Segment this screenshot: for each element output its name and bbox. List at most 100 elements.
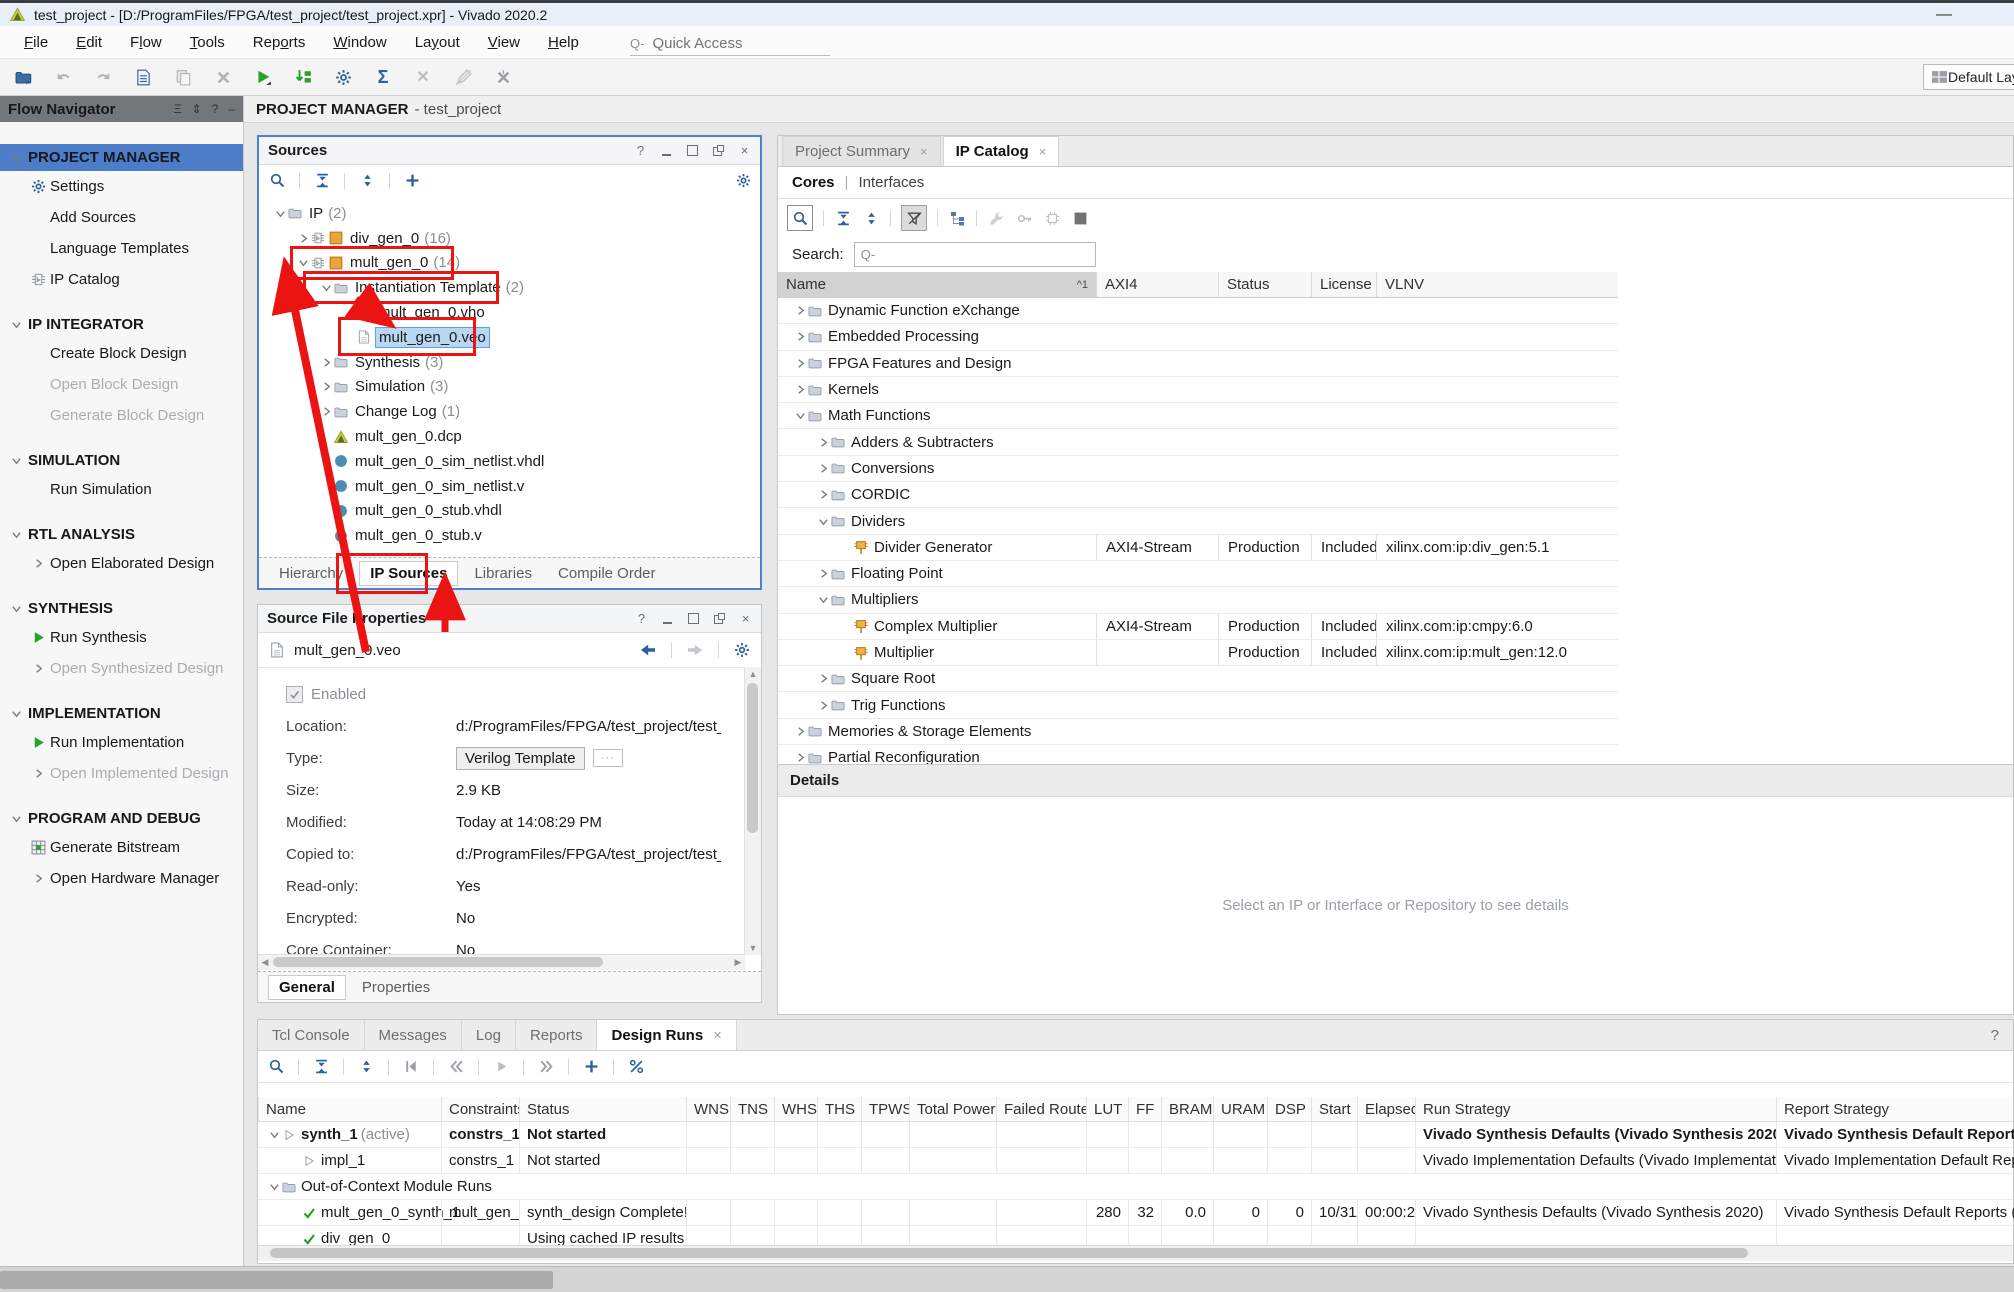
- flow-nav-section-project-manager[interactable]: PROJECT MANAGER: [0, 144, 243, 171]
- close-icon[interactable]: ×: [739, 612, 752, 625]
- sigma-button[interactable]: Σ: [372, 66, 394, 88]
- column-header-wns[interactable]: WNS: [686, 1097, 730, 1121]
- tree-item-mult-gen-0-sim-netlist-v[interactable]: mult_gen_0_sim_netlist.v: [259, 474, 760, 499]
- bottom-tab-design-runs[interactable]: Design Runs×: [597, 1020, 736, 1050]
- column-header-failed-routes[interactable]: Failed Routes: [996, 1097, 1086, 1121]
- column-header-name[interactable]: Name^1: [778, 272, 1096, 297]
- minimize-icon[interactable]: [660, 144, 673, 157]
- add-icon[interactable]: [403, 172, 421, 190]
- flow-nav-item-ip-catalog[interactable]: IP Catalog: [0, 264, 243, 295]
- tree-item-simulation[interactable]: Simulation(3): [259, 375, 760, 400]
- flow-nav-item-generate-block-design[interactable]: Generate Block Design: [0, 400, 243, 431]
- scroll-left-icon[interactable]: ◀: [258, 955, 272, 970]
- catalog-row-memories-storage-elements[interactable]: Memories & Storage Elements: [778, 719, 1618, 745]
- catalog-row-adders-subtracters[interactable]: Adders & Subtracters: [778, 429, 1618, 455]
- filter-icon[interactable]: [901, 205, 927, 231]
- collapse-all-icon[interactable]: [313, 172, 331, 190]
- settings-button[interactable]: [332, 66, 354, 88]
- maximize-icon[interactable]: [686, 144, 699, 157]
- chevron-down-icon[interactable]: [272, 208, 288, 219]
- chevron-right-icon[interactable]: [815, 463, 831, 474]
- expand-all-icon[interactable]: [358, 172, 376, 190]
- open-folder-button[interactable]: [12, 66, 34, 88]
- chevron-right-icon[interactable]: [815, 489, 831, 500]
- column-header-lut[interactable]: LUT: [1086, 1097, 1128, 1121]
- bottom-tab-tcl-console[interactable]: Tcl Console: [258, 1020, 365, 1050]
- run-row-impl-1[interactable]: impl_1constrs_1Not startedVivado Impleme…: [258, 1148, 2013, 1174]
- catalog-row-complex-multiplier[interactable]: Complex MultiplierAXI4-StreamProductionI…: [778, 614, 1618, 640]
- run-row-mult-gen-0-synth-1[interactable]: mult_gen_0_synth_1mult_gen_0synth_design…: [258, 1200, 2013, 1226]
- column-header-vlnv[interactable]: VLNV: [1376, 272, 1618, 297]
- doc-tab-project-summary[interactable]: Project Summary×: [782, 136, 941, 166]
- chevron-right-icon[interactable]: [815, 437, 831, 448]
- column-header-ths[interactable]: THS: [817, 1097, 861, 1121]
- chevron-down-icon[interactable]: [815, 594, 831, 605]
- chevron-down-icon[interactable]: [295, 257, 311, 268]
- flow-nav-section-ip-integrator[interactable]: IP INTEGRATOR: [0, 311, 243, 338]
- column-header-name[interactable]: Name: [258, 1097, 441, 1121]
- catalog-row-floating-point[interactable]: Floating Point: [778, 561, 1618, 587]
- column-header-ff[interactable]: FF: [1128, 1097, 1161, 1121]
- minimize-icon[interactable]: [661, 612, 674, 625]
- bottom-tab-log[interactable]: Log: [462, 1020, 516, 1050]
- collapse-icon[interactable]: Ξ: [174, 102, 182, 116]
- catalog-row-fpga-features-and-design[interactable]: FPGA Features and Design: [778, 351, 1618, 377]
- x2-dim-button[interactable]: [492, 66, 514, 88]
- close-tab-icon[interactable]: ×: [1039, 144, 1047, 159]
- x-dim-button[interactable]: ✕: [412, 66, 434, 88]
- flow-nav-item-open-synthesized-design[interactable]: Open Synthesized Design: [0, 653, 243, 684]
- menu-file[interactable]: File: [10, 34, 62, 51]
- menu-reports[interactable]: Reports: [239, 34, 320, 51]
- add-icon[interactable]: [582, 1058, 600, 1076]
- flow-navigator-header-icons[interactable]: Ξ⇕?–: [174, 102, 235, 116]
- flow-nav-item-open-block-design[interactable]: Open Block Design: [0, 369, 243, 400]
- column-header-whs[interactable]: WHS: [774, 1097, 817, 1121]
- flow-nav-item-generate-bitstream[interactable]: Generate Bitstream: [0, 832, 243, 863]
- view-tab-interfaces[interactable]: Interfaces: [858, 174, 924, 191]
- column-header-status[interactable]: Status: [1218, 272, 1311, 297]
- search-icon[interactable]: [787, 205, 813, 231]
- catalog-row-dividers[interactable]: Dividers: [778, 508, 1618, 534]
- undo-button[interactable]: [52, 66, 74, 88]
- minimize-window-button[interactable]: —: [1936, 6, 1952, 24]
- more-options-button[interactable]: ···: [593, 749, 623, 767]
- tree-item-mult-gen-0-vho[interactable]: mult_gen_0.vho: [259, 300, 760, 325]
- tab-libraries[interactable]: Libraries: [464, 562, 542, 585]
- maximize-icon[interactable]: [687, 612, 700, 625]
- tab-general[interactable]: General: [268, 975, 346, 1000]
- chevron-right-icon[interactable]: [792, 305, 808, 316]
- hierarchy-icon[interactable]: [948, 209, 966, 227]
- tree-item-mult-gen-0-stub-v[interactable]: mult_gen_0_stub.v: [259, 523, 760, 548]
- steps-button[interactable]: [292, 66, 314, 88]
- catalog-row-kernels[interactable]: Kernels: [778, 377, 1618, 403]
- minimize-panel-icon[interactable]: –: [228, 102, 235, 116]
- bottom-tab-messages[interactable]: Messages: [365, 1020, 462, 1050]
- run-row-out-of-context-module-runs[interactable]: Out-of-Context Module Runs: [258, 1174, 2013, 1200]
- settings-gear-icon[interactable]: [734, 172, 752, 190]
- chevron-down-icon[interactable]: [318, 282, 334, 293]
- chevron-right-icon[interactable]: [792, 384, 808, 395]
- chevron-right-icon[interactable]: [792, 726, 808, 737]
- flow-nav-item-run-synthesis[interactable]: Run Synthesis: [0, 622, 243, 653]
- chevron-right-icon[interactable]: [815, 700, 831, 711]
- scroll-right-icon[interactable]: ▶: [731, 955, 745, 970]
- tree-item-ip[interactable]: IP(2): [259, 201, 760, 226]
- chevron-down-icon[interactable]: [266, 1181, 282, 1192]
- flow-nav-item-run-implementation[interactable]: Run Implementation: [0, 727, 243, 758]
- panel-help-icon[interactable]: ?: [1991, 1020, 1999, 1050]
- menu-tools[interactable]: Tools: [176, 34, 239, 51]
- document-button[interactable]: [132, 66, 154, 88]
- scroll-up-icon[interactable]: ▲: [745, 667, 761, 681]
- percent-icon[interactable]: [627, 1058, 645, 1076]
- tab-compile-order[interactable]: Compile Order: [548, 562, 666, 585]
- design-runs-horizontal-scrollbar[interactable]: [258, 1245, 2013, 1261]
- chevron-down-icon[interactable]: [792, 410, 808, 421]
- column-header-report-strategy[interactable]: Report Strategy: [1776, 1097, 2014, 1121]
- view-tab-cores[interactable]: Cores: [792, 174, 835, 191]
- tree-item-mult-gen-0-stub-vhdl[interactable]: mult_gen_0_stub.vhdl: [259, 499, 760, 524]
- copy-button[interactable]: [172, 66, 194, 88]
- flow-nav-item-language-templates[interactable]: Language Templates: [0, 233, 243, 264]
- column-header-tns[interactable]: TNS: [730, 1097, 774, 1121]
- catalog-row-square-root[interactable]: Square Root: [778, 666, 1618, 692]
- close-icon[interactable]: ×: [738, 144, 751, 157]
